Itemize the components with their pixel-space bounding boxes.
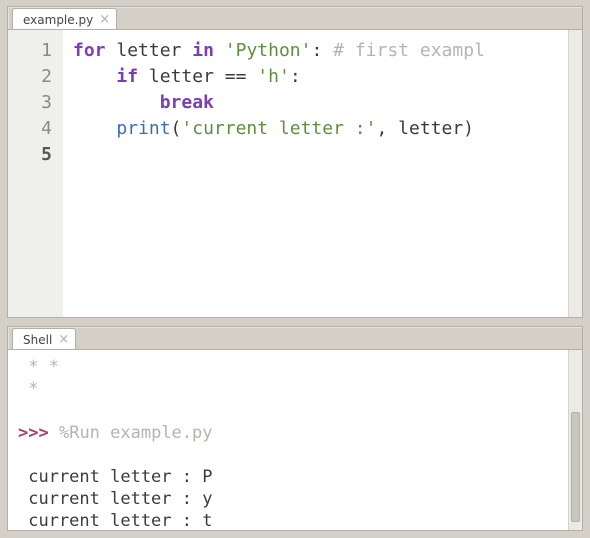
identifier: letter [387,118,463,139]
punct: ) [463,118,474,139]
editor-tab[interactable]: example.py × [12,8,117,30]
shell-text: * [18,379,38,399]
line-number: 4 [8,116,52,142]
shell-text: current letter : P [18,467,212,487]
punct: ( [171,118,182,139]
code-area[interactable]: for letter in 'Python': # first exampl i… [63,30,568,317]
keyword: break [160,92,214,113]
shell-scrollbar[interactable] [568,350,582,530]
punct: : [290,66,301,87]
identifier: letter [116,40,181,61]
close-icon[interactable]: × [99,13,110,26]
shell-text: current letter : y [18,489,212,509]
string-literal: 'Python' [225,40,312,61]
editor-content: 1 2 3 4 5 for letter in 'Python': # firs… [8,29,582,317]
shell-text: * * [18,357,59,377]
keyword: in [192,40,214,61]
identifier: letter [149,66,214,87]
punct: : [311,40,322,61]
shell-tab-label: Shell [23,333,52,347]
shell-tabbar: Shell × [8,327,582,349]
line-number-current: 5 [8,142,52,168]
comment: # first exampl [333,40,485,61]
operator: == [225,66,247,87]
line-number: 1 [8,38,52,64]
keyword: for [73,40,106,61]
indent [73,66,116,87]
string-literal: 'current letter :' [181,118,376,139]
shell-prompt: >>> [18,423,49,443]
keyword: if [116,66,138,87]
shell-command: %Run example.py [59,423,213,443]
scrollbar-thumb[interactable] [571,412,580,522]
line-number: 2 [8,64,52,90]
editor-scrollbar[interactable] [568,30,582,317]
editor-panel: example.py × 1 2 3 4 5 for letter in 'Py… [7,6,583,318]
editor-tab-label: example.py [23,13,93,27]
line-number: 3 [8,90,52,116]
shell-text: current letter : t [18,511,212,530]
punct: , [376,118,387,139]
shell-tab[interactable]: Shell × [12,328,76,350]
editor-tabbar: example.py × [8,7,582,29]
builtin-fn: print [116,118,170,139]
shell-content: * * * >>> %Run example.py current letter… [8,349,582,530]
shell-output[interactable]: * * * >>> %Run example.py current letter… [8,350,568,530]
indent [73,118,116,139]
close-icon[interactable]: × [58,333,69,346]
string-literal: 'h' [257,66,290,87]
shell-panel: Shell × * * * >>> %Run example.py curren… [7,326,583,531]
line-number-gutter: 1 2 3 4 5 [8,30,63,317]
indent [73,92,160,113]
